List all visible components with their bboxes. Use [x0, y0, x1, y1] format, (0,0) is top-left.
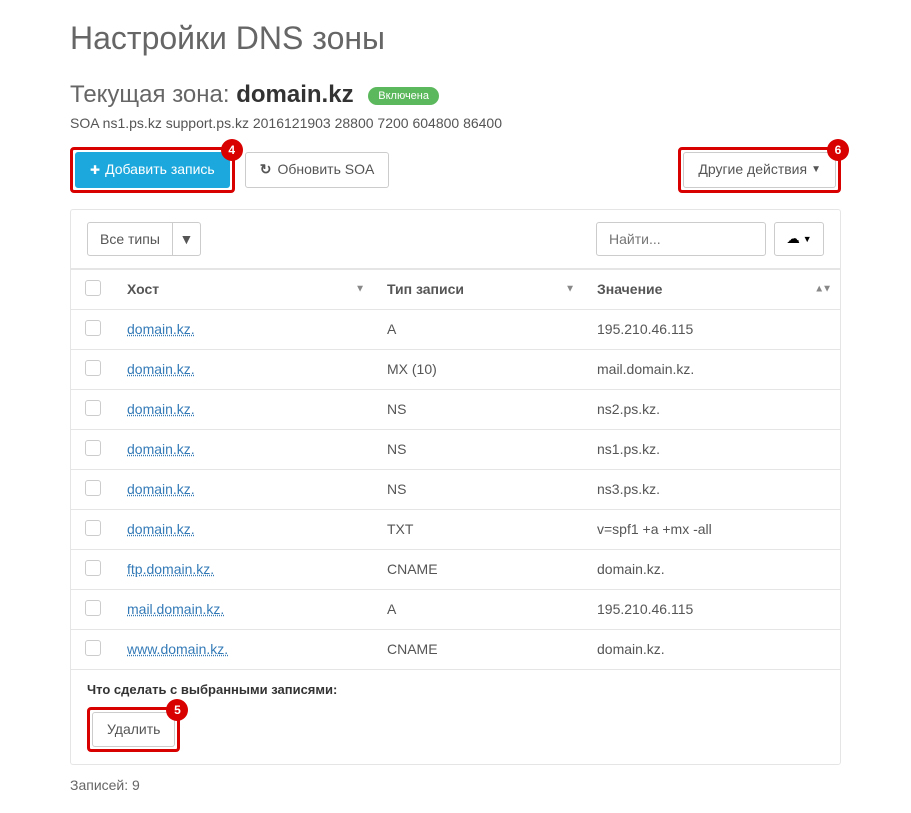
other-actions-label: Другие действия [698, 160, 807, 180]
col-header-checkbox [71, 269, 115, 309]
caret-down-icon: ▼ [172, 223, 200, 255]
record-value: ns2.ps.kz. [585, 389, 840, 429]
record-type: CNAME [375, 549, 585, 589]
sort-icon: ▼ [355, 284, 365, 295]
select-all-checkbox[interactable] [85, 280, 101, 296]
search-input[interactable] [596, 222, 766, 256]
row-checkbox[interactable] [85, 600, 101, 616]
record-type: NS [375, 389, 585, 429]
row-checkbox[interactable] [85, 640, 101, 656]
zone-heading: Текущая зона: domain.kz Включена [70, 81, 841, 109]
records-panel: Все типы ▼ ☁ ▼ Хост▼ Тип записи▼ Значени… [70, 209, 841, 766]
table-row: domain.kz. A195.210.46.115 [71, 309, 840, 349]
sort-icon: ▼ [565, 284, 575, 295]
highlight-delete: 5 Удалить [87, 707, 180, 753]
records-count: Записей: 9 [70, 777, 841, 793]
table-row: domain.kz. TXTv=spf1 +a +mx -all [71, 509, 840, 549]
sort-icon: ▲▼ [814, 284, 830, 295]
bulk-actions: Что сделать с выбранными записями: 5 Уда… [71, 669, 840, 765]
host-link[interactable]: domain.kz. [127, 441, 195, 457]
table-row: domain.kz. NSns1.ps.kz. [71, 429, 840, 469]
panel-filter-bar: Все типы ▼ ☁ ▼ [71, 210, 840, 269]
row-checkbox[interactable] [85, 400, 101, 416]
record-type: CNAME [375, 629, 585, 669]
row-checkbox[interactable] [85, 480, 101, 496]
record-value: 195.210.46.115 [585, 589, 840, 629]
record-type: TXT [375, 509, 585, 549]
row-checkbox[interactable] [85, 560, 101, 576]
add-record-label: Добавить запись [105, 160, 215, 180]
host-link[interactable]: domain.kz. [127, 481, 195, 497]
zone-domain: domain.kz [236, 81, 353, 108]
refresh-soa-label: Обновить SOA [277, 160, 374, 180]
callout-badge-6: 6 [827, 139, 849, 161]
col-header-value[interactable]: Значение▲▼ [585, 269, 840, 309]
host-link[interactable]: domain.kz. [127, 361, 195, 377]
table-row: domain.kz. NSns3.ps.kz. [71, 469, 840, 509]
row-checkbox[interactable] [85, 360, 101, 376]
host-link[interactable]: domain.kz. [127, 321, 195, 337]
record-type: NS [375, 469, 585, 509]
host-link[interactable]: mail.domain.kz. [127, 601, 224, 617]
refresh-icon [260, 160, 278, 180]
caret-down-icon: ▼ [803, 234, 812, 244]
col-header-type[interactable]: Тип записи▼ [375, 269, 585, 309]
plus-icon [90, 160, 105, 180]
record-value: mail.domain.kz. [585, 349, 840, 389]
record-type: A [375, 589, 585, 629]
cloud-upload-icon: ☁ [786, 231, 799, 247]
record-value: 195.210.46.115 [585, 309, 840, 349]
col-header-host[interactable]: Хост▼ [115, 269, 375, 309]
row-checkbox[interactable] [85, 440, 101, 456]
records-table: Хост▼ Тип записи▼ Значение▲▼ domain.kz.A… [71, 269, 840, 669]
table-row: ftp.domain.kz. CNAMEdomain.kz. [71, 549, 840, 589]
record-type: NS [375, 429, 585, 469]
delete-button[interactable]: Удалить [92, 712, 175, 748]
host-link[interactable]: domain.kz. [127, 401, 195, 417]
highlight-add: 4 Добавить запись [70, 147, 235, 193]
refresh-soa-button[interactable]: Обновить SOA [245, 152, 390, 188]
table-row: mail.domain.kz. A195.210.46.115 [71, 589, 840, 629]
zone-prefix: Текущая зона: [70, 81, 236, 108]
table-row: www.domain.kz. CNAMEdomain.kz. [71, 629, 840, 669]
record-type: A [375, 309, 585, 349]
highlight-other: 6 Другие действия▼ [678, 147, 841, 193]
row-checkbox[interactable] [85, 320, 101, 336]
page-title: Настройки DNS зоны [70, 20, 841, 57]
export-button[interactable]: ☁ ▼ [774, 222, 824, 256]
host-link[interactable]: www.domain.kz. [127, 641, 228, 657]
record-type: MX (10) [375, 349, 585, 389]
caret-down-icon: ▼ [811, 163, 821, 177]
host-link[interactable]: domain.kz. [127, 521, 195, 537]
other-actions-button[interactable]: Другие действия ▼ [683, 152, 836, 188]
record-value: ns3.ps.kz. [585, 469, 840, 509]
status-badge: Включена [368, 87, 439, 105]
record-value: domain.kz. [585, 549, 840, 589]
callout-badge-5: 5 [166, 699, 188, 721]
type-filter-label: Все типы [88, 231, 172, 247]
record-value: domain.kz. [585, 629, 840, 669]
record-value: ns1.ps.kz. [585, 429, 840, 469]
record-value: v=spf1 +a +mx -all [585, 509, 840, 549]
soa-line: SOA ns1.ps.kz support.ps.kz 2016121903 2… [70, 115, 841, 131]
table-row: domain.kz. NSns2.ps.kz. [71, 389, 840, 429]
add-record-button[interactable]: Добавить запись [75, 152, 230, 188]
toolbar: 4 Добавить запись Обновить SOA 6 Другие … [70, 147, 841, 193]
bulk-label: Что сделать с выбранными записями: [87, 682, 824, 697]
table-row: domain.kz. MX (10)mail.domain.kz. [71, 349, 840, 389]
callout-badge-4: 4 [221, 139, 243, 161]
host-link[interactable]: ftp.domain.kz. [127, 561, 214, 577]
delete-label: Удалить [107, 720, 160, 740]
type-filter-select[interactable]: Все типы ▼ [87, 222, 201, 256]
row-checkbox[interactable] [85, 520, 101, 536]
